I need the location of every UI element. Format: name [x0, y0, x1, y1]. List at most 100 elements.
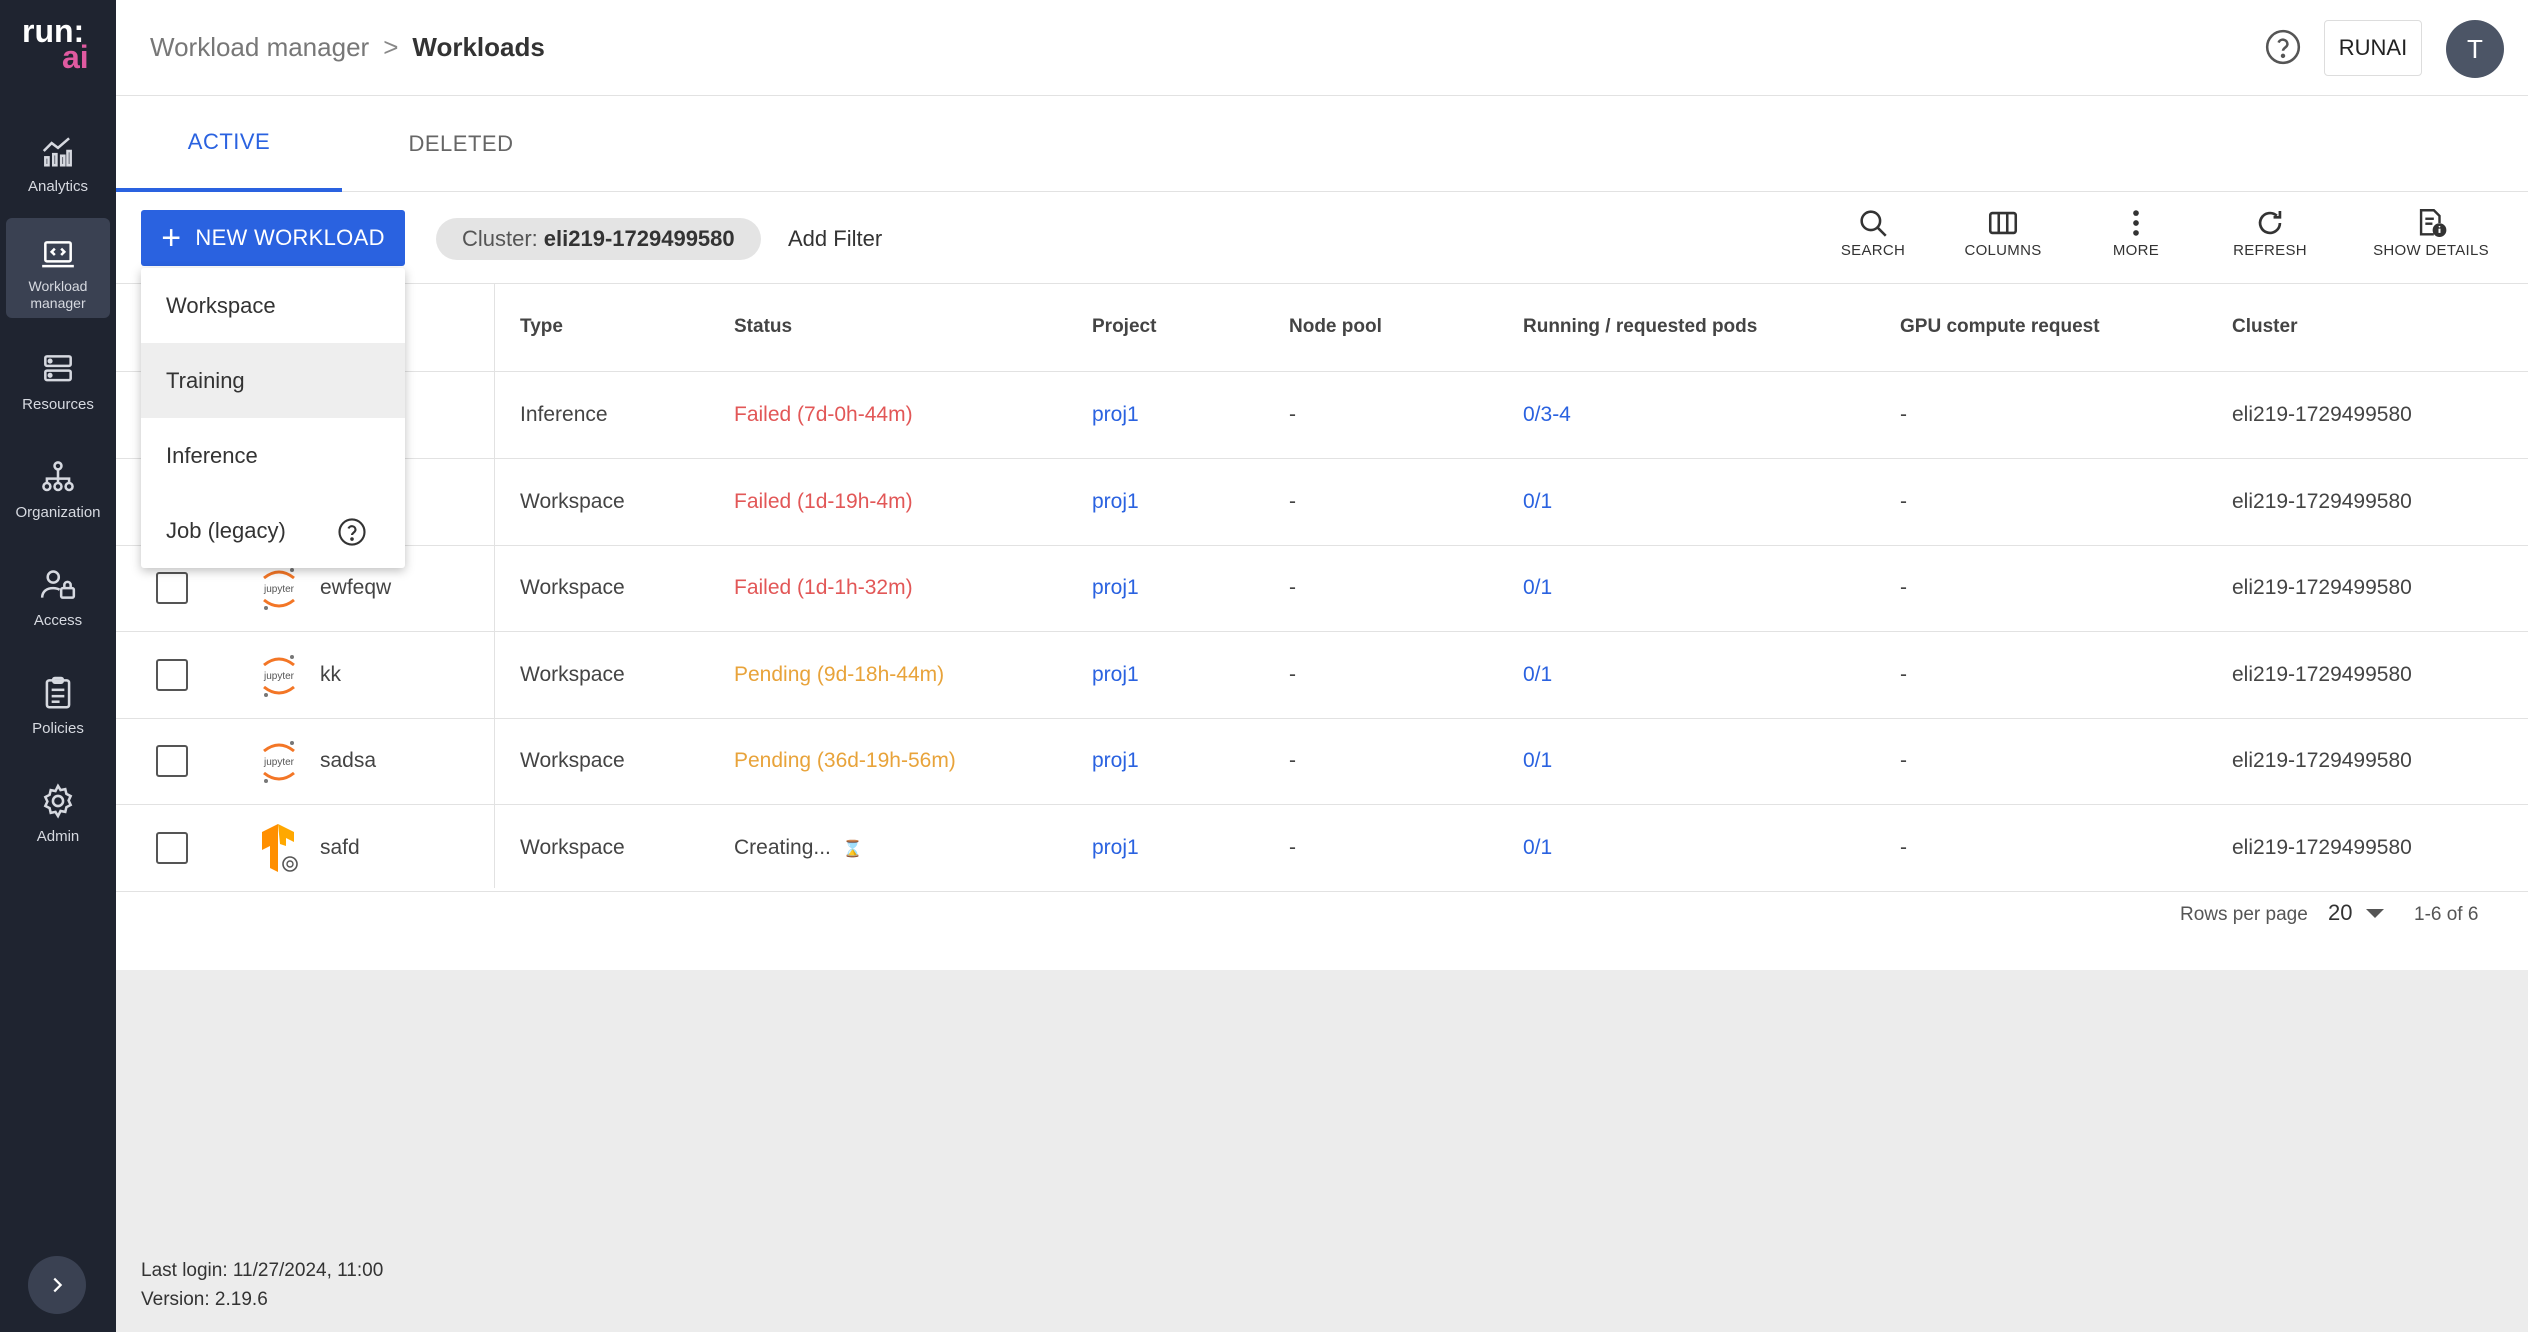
- columns-button[interactable]: COLUMNS: [1962, 206, 2044, 259]
- workload-name[interactable]: ewfeqw: [320, 576, 391, 600]
- sidebar-item-admin[interactable]: Admin: [6, 764, 110, 864]
- status-text: Creating...: [734, 836, 831, 859]
- sidebar-item-organization[interactable]: Organization: [6, 440, 110, 540]
- gpu-compute: -: [1900, 576, 1907, 600]
- gpu-compute: -: [1900, 489, 1907, 513]
- menu-item-job-legacy[interactable]: Job (legacy): [141, 493, 405, 568]
- tab-deleted[interactable]: DELETED: [342, 96, 580, 192]
- workload-status: Creating... ⌛: [734, 836, 863, 860]
- refresh-button[interactable]: REFRESH: [2230, 206, 2310, 259]
- table-row[interactable]: jupyter kk Workspace Pending (9d-18h-44m) pr…: [116, 633, 2528, 719]
- pods-link[interactable]: 0/1: [1523, 836, 1552, 860]
- workload-name[interactable]: sadsa: [320, 749, 376, 773]
- workload-status: Failed (7d-0h-44m): [734, 403, 913, 427]
- help-icon[interactable]: [2264, 28, 2302, 66]
- tab-active[interactable]: ACTIVE: [116, 96, 342, 192]
- svg-text:jupyter: jupyter: [263, 671, 295, 682]
- sidebar: run: ai Analytics Workload manager Resour…: [0, 0, 116, 1332]
- filter-key: Cluster:: [462, 226, 538, 251]
- search-button[interactable]: SEARCH: [1838, 206, 1908, 259]
- sidebar-item-policies[interactable]: Policies: [6, 656, 110, 756]
- project-link[interactable]: proj1: [1092, 749, 1139, 773]
- cluster-name: eli219-1729499580: [2232, 489, 2412, 513]
- workload-status: Pending (36d-19h-56m): [734, 749, 956, 773]
- svg-text:jupyter: jupyter: [263, 757, 295, 768]
- breadcrumb: Workload manager > Workloads: [150, 32, 545, 63]
- status-text: Failed (1d-19h-4m): [734, 489, 913, 513]
- runai-logo[interactable]: run: ai: [22, 15, 94, 74]
- column-header-status[interactable]: Status: [734, 316, 792, 338]
- node-pool: -: [1289, 576, 1296, 600]
- pods-link[interactable]: 0/3-4: [1523, 403, 1571, 427]
- refresh-icon: [2258, 210, 2282, 235]
- column-header-node-pool[interactable]: Node pool: [1289, 316, 1382, 338]
- breadcrumb-parent[interactable]: Workload manager: [150, 32, 369, 63]
- workload-type: Workspace: [520, 576, 625, 600]
- sidebar-item-workload-manager[interactable]: Workload manager: [6, 218, 110, 318]
- avatar[interactable]: T: [2446, 20, 2504, 78]
- column-header-cluster[interactable]: Cluster: [2232, 316, 2297, 338]
- pods-link[interactable]: 0/1: [1523, 576, 1552, 600]
- more-button[interactable]: MORE: [2106, 206, 2166, 259]
- cluster-name: eli219-1729499580: [2232, 836, 2412, 859]
- sidebar-item-label: Analytics: [27, 178, 89, 195]
- sidebar-item-label: Resources: [22, 396, 94, 413]
- cluster-name: eli219-1729499580: [2232, 662, 2412, 686]
- project-link[interactable]: proj1: [1092, 663, 1139, 687]
- table-row[interactable]: Workspace Failed (1d-19h-4m) proj1 - 0/1 - eli…: [116, 460, 2528, 546]
- project-link[interactable]: proj1: [1092, 403, 1139, 427]
- project-link[interactable]: proj1: [1092, 576, 1139, 600]
- page-title: Workloads: [412, 32, 545, 62]
- show-details-button[interactable]: SHOW DETAILS: [2372, 206, 2490, 259]
- workload-name[interactable]: safd: [320, 836, 360, 860]
- svg-text:jupyter: jupyter: [263, 584, 295, 595]
- tenant-button[interactable]: RUNAI: [2324, 20, 2422, 76]
- menu-item-inference[interactable]: Inference: [141, 418, 405, 493]
- pagination-range: 1-6 of 6: [2414, 904, 2479, 925]
- tool-label: SHOW DETAILS: [2373, 242, 2489, 259]
- pods-link[interactable]: 0/1: [1523, 749, 1552, 773]
- sidebar-item-resources[interactable]: Resources: [6, 332, 110, 432]
- table-row[interactable]: Inference Failed (7d-0h-44m) proj1 - 0/3-4 - e…: [116, 373, 2528, 459]
- rows-per-page-select[interactable]: 20: [2328, 900, 2385, 926]
- project-link[interactable]: proj1: [1092, 490, 1139, 514]
- sidebar-item-analytics[interactable]: Analytics: [6, 114, 110, 214]
- hourglass-icon: ⌛: [842, 841, 863, 858]
- row-checkbox[interactable]: [156, 572, 188, 605]
- pods-link[interactable]: 0/1: [1523, 663, 1552, 687]
- row-checkbox[interactable]: [156, 832, 188, 864]
- column-header-type[interactable]: Type: [520, 316, 563, 338]
- sidebar-item-access[interactable]: Access: [6, 548, 110, 648]
- column-header-pods[interactable]: Running / requested pods: [1523, 316, 1757, 338]
- footer: Last login: 11/27/2024, 11:00 Version: 2…: [141, 1256, 383, 1314]
- menu-item-training[interactable]: Training: [141, 343, 405, 418]
- workload-name[interactable]: kk: [320, 663, 341, 687]
- pods-link[interactable]: 0/1: [1523, 490, 1552, 514]
- table-row[interactable]: jupyter sadsa Workspace Pending (36d-19h-56…: [116, 719, 2528, 806]
- new-workload-menu: Workspace Training Inference Job (legacy…: [141, 268, 405, 568]
- tabs: ACTIVE DELETED: [116, 96, 2528, 192]
- workload-type: Workspace: [520, 749, 625, 773]
- workload-type: Workspace: [520, 662, 625, 686]
- sidebar-item-label: Workload manager: [28, 278, 88, 311]
- row-checkbox[interactable]: [156, 745, 188, 778]
- columns-icon: [1988, 211, 2018, 235]
- project-link[interactable]: proj1: [1092, 836, 1139, 860]
- policies-icon: [45, 676, 71, 709]
- help-icon[interactable]: [337, 517, 367, 547]
- menu-item-workspace[interactable]: Workspace: [141, 268, 405, 343]
- row-checkbox[interactable]: [156, 658, 188, 691]
- workload-type: Workspace: [520, 489, 625, 513]
- gpu-compute: -: [1900, 836, 1907, 859]
- table-row[interactable]: safd Workspace Creating... ⌛ proj1 - 0/1 - eli2…: [116, 806, 2528, 892]
- add-filter-button[interactable]: Add Filter: [788, 226, 882, 252]
- new-workload-button[interactable]: + NEW WORKLOAD: [141, 210, 405, 266]
- sidebar-item-label: Organization: [15, 504, 101, 521]
- workload-icon: [42, 241, 74, 268]
- cluster-name: eli219-1729499580: [2232, 749, 2412, 773]
- column-header-gpu[interactable]: GPU compute request: [1900, 316, 2100, 338]
- column-header-project[interactable]: Project: [1092, 316, 1156, 338]
- table-row[interactable]: jupyter ewfeqw Workspace Failed (1d-1h-32m)…: [116, 546, 2528, 633]
- cluster-filter-chip[interactable]: Cluster: eli219-1729499580: [436, 218, 761, 260]
- expand-sidebar-button[interactable]: [28, 1256, 86, 1314]
